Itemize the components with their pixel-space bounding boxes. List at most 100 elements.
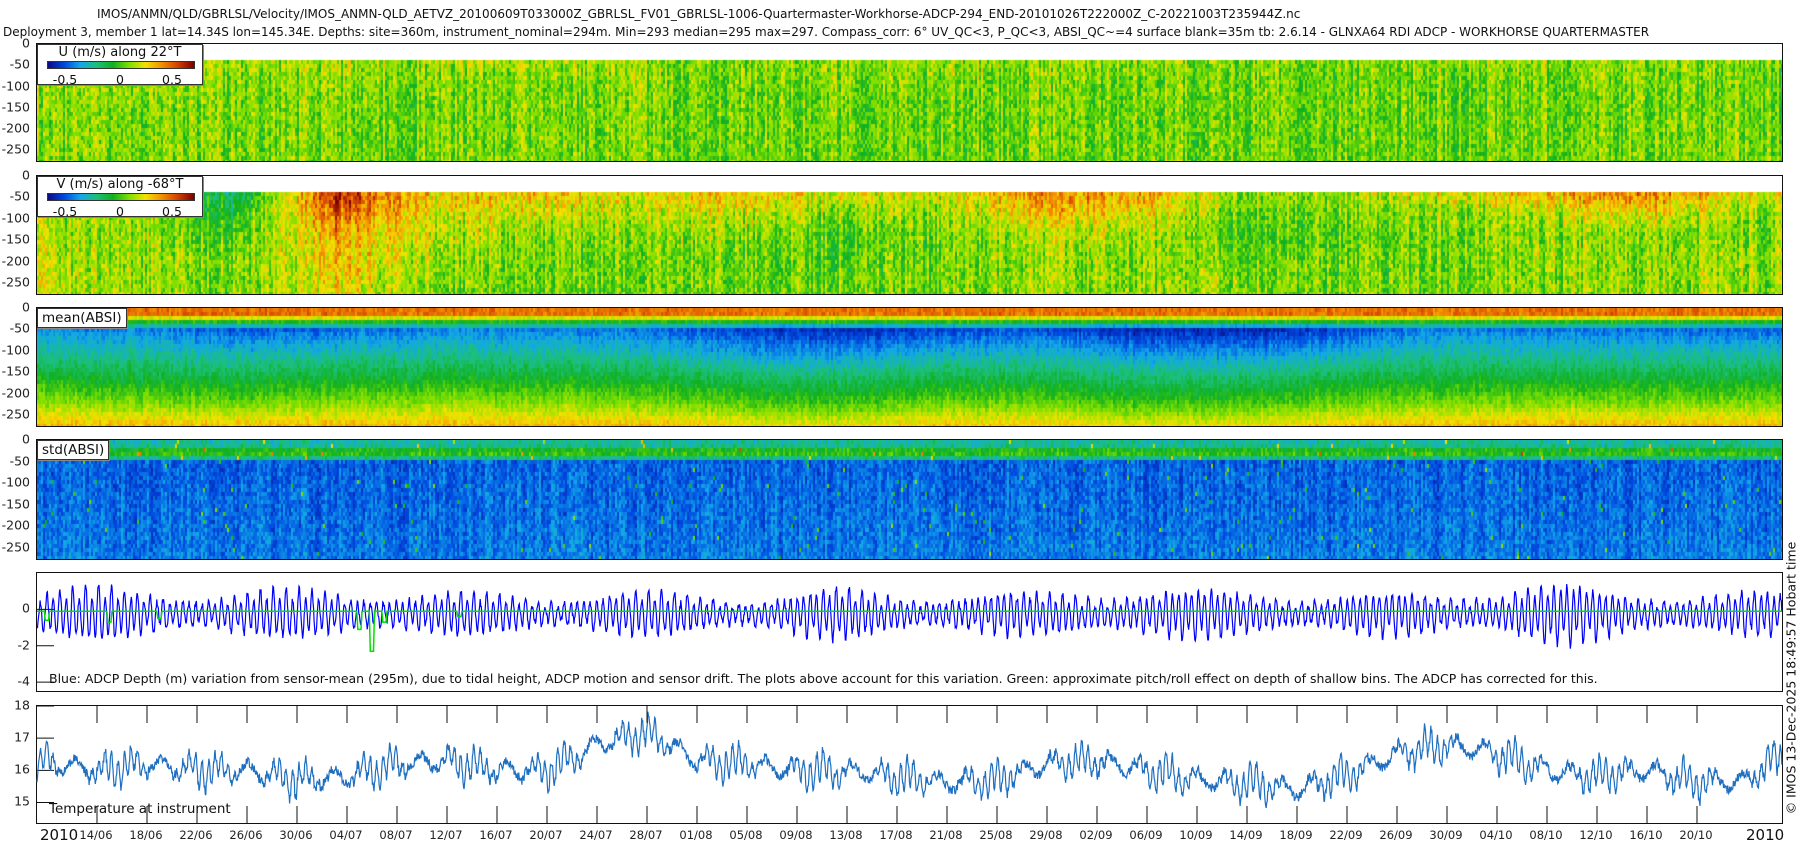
y-tick-label: -150 — [1, 99, 30, 115]
legend-title: V (m/s) along -68°T — [56, 177, 184, 192]
heatmap-panel: mean(ABSI) — [36, 307, 1783, 427]
y-tick-label: -250 — [1, 406, 30, 422]
y-tick-label: -250 — [1, 141, 30, 157]
y-tick-label: -150 — [1, 363, 30, 379]
adcp-depth-series — [36, 584, 1783, 649]
y-tick-label: -100 — [1, 210, 30, 226]
y-tick-label: 16 — [14, 761, 30, 777]
x-tick-label: 29/08 — [1029, 828, 1063, 842]
x-tick-label: 20/10 — [1679, 828, 1713, 842]
x-tick-label: 18/06 — [129, 828, 163, 842]
x-tick-label: 16/10 — [1629, 828, 1663, 842]
y-tick-label: 15 — [14, 793, 30, 809]
x-tick-label: 21/08 — [929, 828, 963, 842]
x-tick-label: 22/06 — [179, 828, 213, 842]
x-tick-label: 02/09 — [1079, 828, 1113, 842]
x-tick-label: 09/08 — [779, 828, 813, 842]
x-tick-label: 14/06 — [79, 828, 113, 842]
deployment-info-title: Deployment 3, member 1 lat=14.34S lon=14… — [3, 25, 1650, 39]
heatmap-panel: V (m/s) along -68°T -0.5 0 0.5 — [36, 175, 1783, 295]
y-tick-label: -50 — [9, 188, 30, 204]
y-tick-label: -250 — [1, 539, 30, 555]
colorbar-tick-label: 0 — [116, 72, 124, 87]
heatmap-canvas — [37, 308, 1782, 426]
legend: V (m/s) along -68°T -0.5 0 0.5 — [37, 176, 203, 219]
legend: U (m/s) along 22°T -0.5 0 0.5 — [37, 44, 203, 87]
y-tick-label: -2 — [17, 637, 30, 653]
x-tick-label: 05/08 — [729, 828, 763, 842]
y-tick-label: -4 — [17, 673, 30, 689]
x-tick-label: 14/09 — [1229, 828, 1263, 842]
colorbar-tick-label: -0.5 — [52, 72, 78, 87]
x-tick-label: 20/07 — [529, 828, 563, 842]
x-tick-label: 17/08 — [879, 828, 913, 842]
x-tick-label: 26/06 — [229, 828, 263, 842]
y-tick-label: -200 — [1, 385, 30, 401]
x-tick-label: 01/08 — [679, 828, 713, 842]
y-tick-label: -200 — [1, 120, 30, 136]
y-tick-label: 0 — [22, 431, 30, 447]
legend-title: std(ABSI) — [42, 442, 105, 458]
x-tick-label: 10/09 — [1179, 828, 1213, 842]
y-tick-label: -50 — [9, 320, 30, 336]
depth-annotation: Blue: ADCP Depth (m) variation from sens… — [49, 671, 1598, 686]
y-tick-label: -200 — [1, 517, 30, 533]
x-tick-label: 16/07 — [479, 828, 513, 842]
colorbar-tick-label: 0.5 — [162, 72, 182, 87]
year-label-end: 2010 — [1746, 826, 1785, 844]
x-tick-label: 12/07 — [429, 828, 463, 842]
y-tick-label: -50 — [9, 453, 30, 469]
x-tick-label: 26/09 — [1379, 828, 1413, 842]
temperature-series — [36, 711, 1783, 809]
x-tick-label: 28/07 — [629, 828, 663, 842]
line-plot — [36, 705, 1783, 823]
colorbar — [47, 193, 195, 201]
heatmap-panel: U (m/s) along 22°T -0.5 0 0.5 — [36, 43, 1783, 162]
x-tick-label: 13/08 — [829, 828, 863, 842]
legend-title: mean(ABSI) — [42, 310, 122, 326]
legend-title: U (m/s) along 22°T — [58, 45, 182, 60]
y-tick-label: -100 — [1, 78, 30, 93]
x-tick-label: 24/07 — [579, 828, 613, 842]
y-tick-label: 18 — [14, 697, 30, 713]
heatmap-canvas — [37, 44, 1782, 161]
x-tick-label: 04/07 — [329, 828, 363, 842]
x-tick-label: 04/10 — [1479, 828, 1513, 842]
colorbar-tick-label: 0.5 — [162, 204, 182, 219]
line-panel: Blue: ADCP Depth (m) variation from sens… — [36, 572, 1783, 692]
figure: IMOS/ANMN/QLD/GBRLSL/Velocity/IMOS_ANMN-… — [0, 0, 1800, 850]
file-path-title: IMOS/ANMN/QLD/GBRLSL/Velocity/IMOS_ANMN-… — [97, 7, 1301, 21]
colorbar-tick-label: 0 — [116, 204, 124, 219]
colorbar-tick-label: -0.5 — [52, 204, 78, 219]
legend: mean(ABSI) — [37, 308, 127, 328]
legend: std(ABSI) — [37, 440, 110, 460]
y-tick-label: -150 — [1, 496, 30, 512]
year-label-start: 2010 — [40, 826, 79, 844]
copyright-stamp: © IMOS 13-Dec-2025 18:49:57 Hobart time — [1783, 541, 1799, 815]
x-tick-label: 30/06 — [279, 828, 313, 842]
x-tick-label: 22/09 — [1329, 828, 1363, 842]
x-tick-label: 06/09 — [1129, 828, 1163, 842]
heatmap-panel: std(ABSI) — [36, 439, 1783, 560]
heatmap-canvas — [37, 176, 1782, 294]
x-tick-label: 30/09 — [1429, 828, 1463, 842]
x-tick-label: 08/07 — [379, 828, 413, 842]
colorbar — [47, 61, 195, 69]
y-tick-label: 0 — [22, 35, 30, 51]
y-tick-label: -250 — [1, 274, 30, 290]
y-tick-label: -150 — [1, 231, 30, 247]
y-tick-label: 0 — [22, 600, 30, 616]
y-tick-label: 17 — [14, 729, 30, 745]
y-tick-label: -100 — [1, 342, 30, 358]
y-tick-label: -200 — [1, 253, 30, 269]
x-tick-label: 08/10 — [1529, 828, 1563, 842]
x-tick-label: 12/10 — [1579, 828, 1613, 842]
y-tick-label: -100 — [1, 474, 30, 490]
x-tick-label: 25/08 — [979, 828, 1013, 842]
x-tick-label: 18/09 — [1279, 828, 1313, 842]
heatmap-canvas — [37, 440, 1782, 559]
y-tick-label: -50 — [9, 56, 30, 72]
temperature-annotation: Temperature at instrument — [49, 801, 231, 817]
line-panel: Temperature at instrument — [36, 705, 1783, 824]
y-tick-label: 0 — [22, 299, 30, 315]
